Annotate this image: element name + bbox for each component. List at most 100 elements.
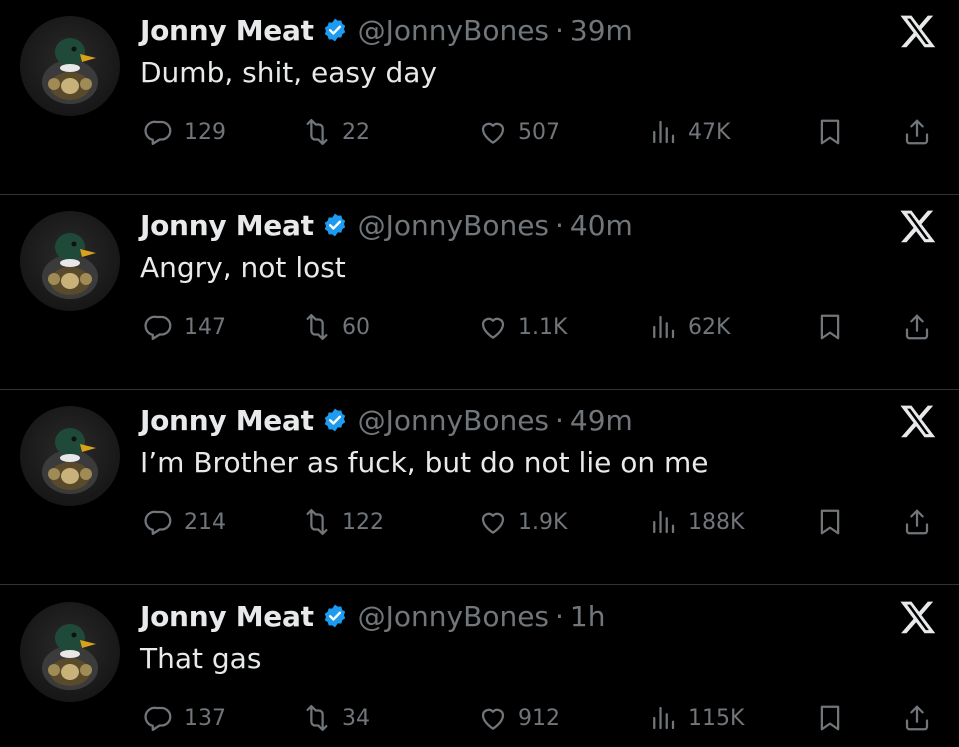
tweet-text: That gas [140,642,262,675]
views-count: 188K [688,509,745,535]
tweet-actions: 137 34 912 115K [0,698,959,738]
retweet-count: 60 [342,314,370,340]
x-logo-icon [898,598,938,636]
author-handle[interactable]: @JonnyBones [358,14,549,47]
views-button[interactable]: 115K [648,698,744,738]
timestamp[interactable]: 39m [570,14,633,47]
tweet[interactable]: Jonny Meat @JonnyBones · 1h That gas 137… [0,586,959,747]
x-logo-icon [898,12,938,50]
retweet-icon [306,509,328,535]
share-button[interactable] [902,112,932,152]
x-logo-icon [898,402,938,440]
retweet-button[interactable]: 60 [302,307,370,347]
views-icon [653,706,675,730]
tweet-text: Dumb, shit, easy day [140,56,437,89]
verified-badge-icon [322,212,348,238]
reply-count: 214 [184,509,226,535]
timestamp[interactable]: 1h [570,600,606,633]
like-count: 1.1K [518,314,568,340]
heart-icon [481,708,505,730]
share-icon [905,705,929,731]
reply-button[interactable]: 129 [144,112,226,152]
separator-dot: · [555,13,564,47]
share-icon [905,314,929,340]
heart-icon [481,122,505,144]
like-button[interactable]: 1.1K [478,307,567,347]
tweet-header: Jonny Meat @JonnyBones · 39m [140,8,633,52]
tweet[interactable]: Jonny Meat @JonnyBones · 49m I’m Brother… [0,390,959,585]
share-button[interactable] [902,307,932,347]
retweet-button[interactable]: 122 [302,502,384,542]
separator-dot: · [555,599,564,633]
tweet-header: Jonny Meat @JonnyBones · 1h [140,594,605,638]
bookmark-button[interactable] [815,698,845,738]
avatar[interactable] [20,406,120,506]
tweet-divider [0,584,959,585]
like-button[interactable]: 507 [478,112,560,152]
verified-badge-icon [322,603,348,629]
reply-button[interactable]: 214 [144,502,226,542]
author-name[interactable]: Jonny Meat [140,600,314,633]
author-name[interactable]: Jonny Meat [140,209,314,242]
bookmark-button[interactable] [815,502,845,542]
tweet-actions: 214 122 1.9K 188K [0,502,959,542]
share-button[interactable] [902,502,932,542]
like-button[interactable]: 912 [478,698,560,738]
like-button[interactable]: 1.9K [478,502,567,542]
share-button[interactable] [902,698,932,738]
reply-count: 137 [184,705,226,731]
views-count: 47K [688,119,731,145]
bookmark-button[interactable] [815,307,845,347]
author-handle[interactable]: @JonnyBones [358,600,549,633]
separator-dot: · [555,403,564,437]
author-name[interactable]: Jonny Meat [140,404,314,437]
avatar[interactable] [20,16,120,116]
bookmark-icon [820,509,840,535]
avatar[interactable] [20,211,120,311]
heart-icon [481,317,505,339]
reply-icon [144,706,172,731]
tweet-header: Jonny Meat @JonnyBones · 49m [140,398,633,442]
like-count: 912 [518,705,560,731]
views-count: 62K [688,314,731,340]
author-handle[interactable]: @JonnyBones [358,209,549,242]
like-count: 1.9K [518,509,568,535]
separator-dot: · [555,208,564,242]
bookmark-icon [820,705,840,731]
avatar[interactable] [20,602,120,702]
reply-button[interactable]: 137 [144,698,226,738]
heart-icon [481,512,505,534]
tweet-actions: 129 22 507 47K [0,112,959,152]
bookmark-icon [820,314,840,340]
verified-badge-icon [322,407,348,433]
reply-icon [144,315,172,340]
like-count: 507 [518,119,560,145]
retweet-icon [306,314,328,340]
retweet-icon [306,119,328,145]
reply-button[interactable]: 147 [144,307,226,347]
tweet-text: I’m Brother as fuck, but do not lie on m… [140,446,709,479]
retweet-icon [306,705,328,731]
views-button[interactable]: 188K [648,502,744,542]
timestamp[interactable]: 49m [570,404,633,437]
views-icon [653,315,675,339]
views-button[interactable]: 47K [648,112,730,152]
retweet-button[interactable]: 22 [302,112,370,152]
tweet[interactable]: Jonny Meat @JonnyBones · 40m Angry, not … [0,195,959,390]
tweet-actions: 147 60 1.1K 62K [0,307,959,347]
share-icon [905,119,929,145]
views-count: 115K [688,705,745,731]
bookmark-button[interactable] [815,112,845,152]
retweet-count: 34 [342,705,370,731]
author-name[interactable]: Jonny Meat [140,14,314,47]
tweet[interactable]: Jonny Meat @JonnyBones · 39m Dumb, shit,… [0,0,959,195]
retweet-count: 122 [342,509,384,535]
retweet-button[interactable]: 34 [302,698,370,738]
timestamp[interactable]: 40m [570,209,633,242]
tweet-header: Jonny Meat @JonnyBones · 40m [140,203,633,247]
tweet-text: Angry, not lost [140,251,346,284]
retweet-count: 22 [342,119,370,145]
views-button[interactable]: 62K [648,307,730,347]
author-handle[interactable]: @JonnyBones [358,404,549,437]
views-icon [653,120,675,144]
